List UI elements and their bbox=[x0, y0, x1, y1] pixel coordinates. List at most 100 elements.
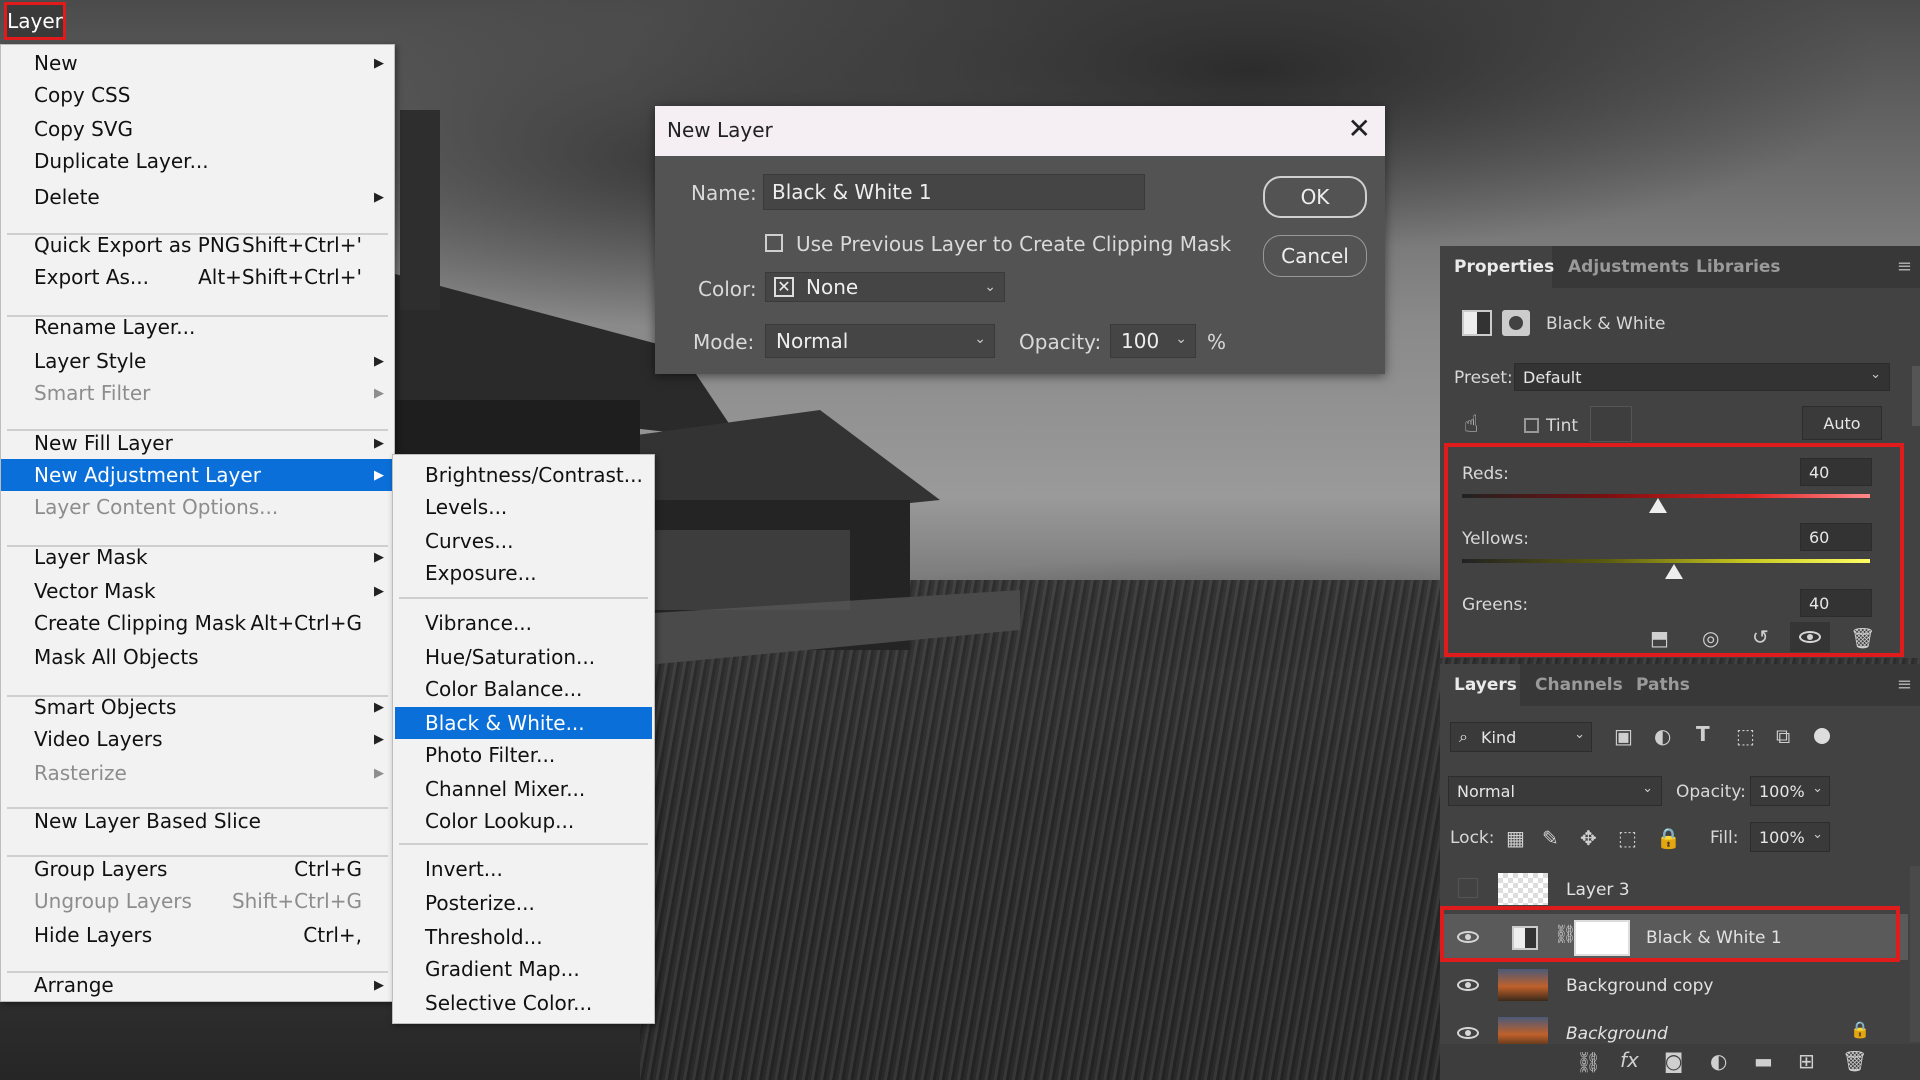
filter-toggle-icon[interactable] bbox=[1814, 728, 1830, 744]
trash-icon[interactable]: 🗑 bbox=[1842, 1049, 1867, 1073]
type-filter-icon[interactable]: T bbox=[1696, 722, 1710, 746]
menu-item[interactable]: Copy CSS bbox=[1, 79, 394, 111]
submenu-item[interactable]: Channel Mixer... bbox=[395, 773, 652, 805]
menu-item[interactable]: Delete ▶ bbox=[1, 181, 394, 213]
properties-scrollbar[interactable] bbox=[1912, 366, 1920, 426]
new-adjustment-icon[interactable]: ◐ bbox=[1710, 1049, 1727, 1073]
targeted-adjustment-hand-icon[interactable]: ☝ bbox=[1464, 410, 1479, 438]
mask-icon[interactable] bbox=[1502, 310, 1530, 336]
menu-item[interactable]: Export As... Alt+Shift+Ctrl+' bbox=[1, 261, 394, 293]
menu-item[interactable]: New Fill Layer ▶ bbox=[1, 427, 394, 459]
blend-mode-select[interactable]: Normal ⌄ bbox=[1448, 776, 1662, 806]
chevron-down-icon: ⌄ bbox=[984, 279, 996, 295]
fill-input[interactable]: 100% ⌄ bbox=[1750, 822, 1830, 852]
tab-layers[interactable]: Layers bbox=[1440, 664, 1520, 706]
lock-all-icon[interactable]: 🔒 bbox=[1656, 826, 1681, 850]
visibility-toggle[interactable] bbox=[1458, 878, 1478, 898]
submenu-item-label: Black & White... bbox=[425, 711, 585, 735]
lock-position-move-icon[interactable]: ✥ bbox=[1580, 826, 1597, 850]
submenu-arrow-icon: ▶ bbox=[374, 977, 384, 993]
layer-row[interactable]: Background 🔒 bbox=[1440, 1010, 1908, 1046]
ok-button[interactable]: OK bbox=[1263, 176, 1367, 218]
opacity-input[interactable]: 100 ⌄ bbox=[1110, 324, 1196, 358]
lock-image-brush-icon[interactable]: ✎ bbox=[1542, 826, 1559, 850]
new-group-folder-icon[interactable]: ▬ bbox=[1754, 1049, 1773, 1073]
submenu-item[interactable]: Hue/Saturation... bbox=[395, 641, 652, 673]
menu-separator bbox=[7, 855, 388, 857]
adjustment-filter-icon[interactable]: ◐ bbox=[1654, 724, 1671, 748]
lock-transparent-icon[interactable]: ▦ bbox=[1506, 826, 1525, 850]
submenu-item[interactable]: Curves... bbox=[395, 525, 652, 557]
submenu-item[interactable]: Threshold... bbox=[395, 921, 652, 953]
preset-select[interactable]: Default ⌄ bbox=[1514, 363, 1890, 391]
submenu-item-label: Hue/Saturation... bbox=[425, 645, 596, 669]
clipping-mask-checkbox[interactable] bbox=[765, 234, 783, 252]
submenu-item[interactable]: Vibrance... bbox=[395, 607, 652, 639]
submenu-item-label: Photo Filter... bbox=[425, 743, 556, 767]
color-value: None bbox=[806, 275, 859, 299]
menu-item[interactable]: Arrange ▶ bbox=[1, 969, 394, 1001]
menu-item[interactable]: Create Clipping Mask Alt+Ctrl+G bbox=[1, 607, 394, 639]
tab-channels[interactable]: Channels bbox=[1535, 664, 1623, 706]
menu-item[interactable]: Copy SVG bbox=[1, 113, 394, 145]
panel-menu-icon[interactable]: ≡ bbox=[1897, 674, 1912, 695]
eye-icon[interactable] bbox=[1457, 1027, 1479, 1039]
smart-object-filter-icon[interactable]: ⧉ bbox=[1776, 724, 1790, 748]
menu-item[interactable]: New ▶ bbox=[1, 47, 394, 79]
menu-item[interactable]: New Layer Based Slice bbox=[1, 805, 394, 837]
menu-item[interactable]: Duplicate Layer... bbox=[1, 145, 394, 177]
auto-button[interactable]: Auto bbox=[1802, 406, 1882, 440]
submenu-item[interactable]: Selective Color... bbox=[395, 987, 652, 1019]
menu-item-label: Smart Objects bbox=[34, 695, 177, 719]
layer-menu-title[interactable]: Layer bbox=[4, 2, 66, 40]
menu-item[interactable]: Vector Mask ▶ bbox=[1, 575, 394, 607]
menu-item[interactable]: New Adjustment Layer ▶ bbox=[1, 459, 394, 491]
panel-menu-icon[interactable]: ≡ bbox=[1897, 256, 1912, 277]
layer-row[interactable]: Background copy bbox=[1440, 962, 1908, 1008]
eye-icon[interactable] bbox=[1457, 979, 1479, 991]
shape-filter-icon[interactable]: ⬚ bbox=[1736, 724, 1755, 748]
tab-adjustments[interactable]: Adjustments bbox=[1568, 246, 1689, 288]
submenu-item[interactable]: Exposure... bbox=[395, 557, 652, 589]
add-mask-icon[interactable]: ◙ bbox=[1664, 1049, 1683, 1073]
submenu-item[interactable]: Invert... bbox=[395, 853, 652, 885]
mode-select[interactable]: Normal ⌄ bbox=[765, 324, 995, 358]
new-layer-icon[interactable]: ⊞ bbox=[1798, 1049, 1815, 1073]
submenu-item[interactable]: Black & White... bbox=[395, 707, 652, 739]
menu-item[interactable]: Mask All Objects bbox=[1, 641, 394, 673]
menu-item[interactable]: Video Layers ▶ bbox=[1, 723, 394, 755]
color-select[interactable]: ✕ None ⌄ bbox=[765, 272, 1005, 302]
submenu-item[interactable]: Photo Filter... bbox=[395, 739, 652, 771]
link-layers-icon[interactable]: ⛓ bbox=[1576, 1050, 1601, 1074]
menu-item[interactable]: Layer Style ▶ bbox=[1, 345, 394, 377]
lock-artboard-icon[interactable]: ⬚ bbox=[1618, 826, 1637, 850]
submenu-item[interactable]: Color Balance... bbox=[395, 673, 652, 705]
name-input[interactable]: Black & White 1 bbox=[763, 174, 1145, 210]
tab-libraries[interactable]: Libraries bbox=[1696, 246, 1781, 288]
tint-swatch[interactable] bbox=[1590, 406, 1632, 442]
submenu-item-label: Brightness/Contrast... bbox=[425, 463, 643, 487]
menu-separator bbox=[7, 971, 388, 973]
tint-checkbox[interactable] bbox=[1524, 418, 1539, 433]
submenu-item[interactable]: Posterize... bbox=[395, 887, 652, 919]
menu-separator bbox=[399, 843, 648, 845]
pixel-filter-icon[interactable]: ▣ bbox=[1614, 724, 1633, 748]
cancel-button[interactable]: Cancel bbox=[1263, 235, 1367, 277]
submenu-item-label: Gradient Map... bbox=[425, 957, 580, 981]
layers-scrollbar[interactable] bbox=[1910, 866, 1920, 1042]
submenu-item-label: Levels... bbox=[425, 495, 508, 519]
layer-opacity-input[interactable]: 100% ⌄ bbox=[1750, 776, 1830, 806]
tab-properties[interactable]: Properties bbox=[1440, 246, 1554, 288]
close-icon[interactable]: ✕ bbox=[1348, 112, 1371, 145]
submenu-item[interactable]: Levels... bbox=[395, 491, 652, 523]
submenu-item[interactable]: Color Lookup... bbox=[395, 805, 652, 837]
menu-item[interactable]: Hide Layers Ctrl+, bbox=[1, 919, 394, 951]
submenu-item[interactable]: Brightness/Contrast... bbox=[395, 459, 652, 491]
fx-icon[interactable]: fx bbox=[1620, 1048, 1639, 1072]
tab-paths[interactable]: Paths bbox=[1636, 664, 1690, 706]
menu-item[interactable]: Group Layers Ctrl+G bbox=[1, 853, 394, 885]
submenu-item[interactable]: Gradient Map... bbox=[395, 953, 652, 985]
mode-label: Mode: bbox=[693, 330, 755, 354]
kind-filter-select[interactable]: ⌕ Kind ⌄ bbox=[1450, 722, 1592, 752]
menu-item-label: Hide Layers bbox=[34, 923, 153, 947]
